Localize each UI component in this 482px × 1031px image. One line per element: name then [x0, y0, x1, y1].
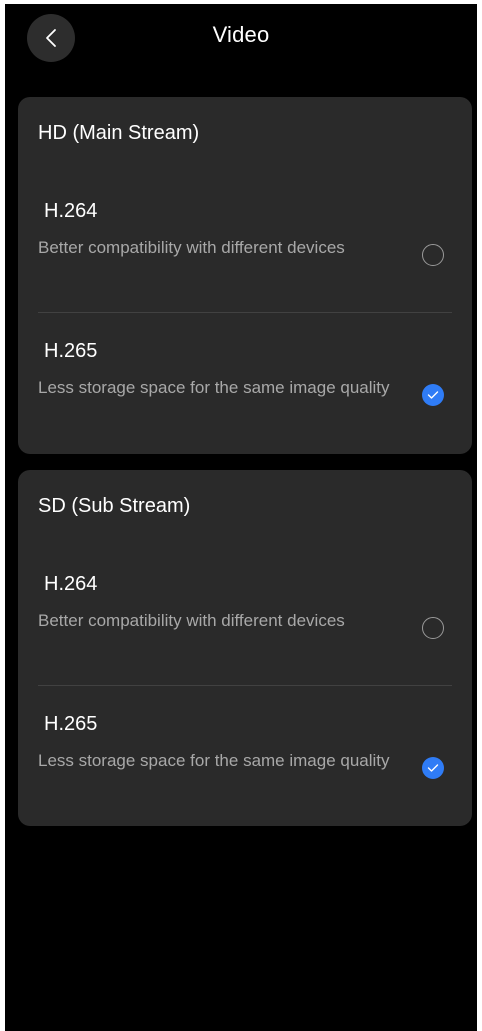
hd-option-h264[interactable]: H.264 Better compatibility with differen… [18, 200, 472, 310]
option-description: Better compatibility with different devi… [38, 611, 345, 630]
checkmark-icon [427, 391, 439, 399]
page-title: Video [212, 22, 270, 47]
option-name: H.264 [44, 573, 98, 595]
divider [38, 312, 452, 313]
divider [38, 685, 452, 686]
header: Video [5, 4, 477, 68]
option-description: Less storage space for the same image qu… [38, 751, 390, 770]
option-description: Better compatibility with different devi… [38, 238, 345, 257]
option-name: H.265 [44, 713, 98, 735]
hd-option-h265[interactable]: H.265 Less storage space for the same im… [18, 340, 472, 450]
video-settings-screen: Video HD (Main Stream) H.264 Better comp… [5, 4, 477, 1031]
card-title-hd: HD (Main Stream) [38, 122, 200, 144]
sd-option-h264[interactable]: H.264 Better compatibility with differen… [18, 573, 472, 683]
sd-sub-stream-card: SD (Sub Stream) H.264 Better compatibili… [18, 470, 472, 826]
card-title-sd: SD (Sub Stream) [38, 495, 191, 517]
sd-option-h265[interactable]: H.265 Less storage space for the same im… [18, 713, 472, 823]
option-description: Less storage space for the same image qu… [38, 378, 390, 397]
radio-checked-icon[interactable] [422, 384, 444, 406]
radio-unchecked-icon[interactable] [422, 617, 444, 639]
checkmark-icon [427, 764, 439, 772]
hd-main-stream-card: HD (Main Stream) H.264 Better compatibil… [18, 97, 472, 454]
radio-unchecked-icon[interactable] [422, 244, 444, 266]
radio-checked-icon[interactable] [422, 757, 444, 779]
option-name: H.265 [44, 340, 98, 362]
option-name: H.264 [44, 200, 98, 222]
